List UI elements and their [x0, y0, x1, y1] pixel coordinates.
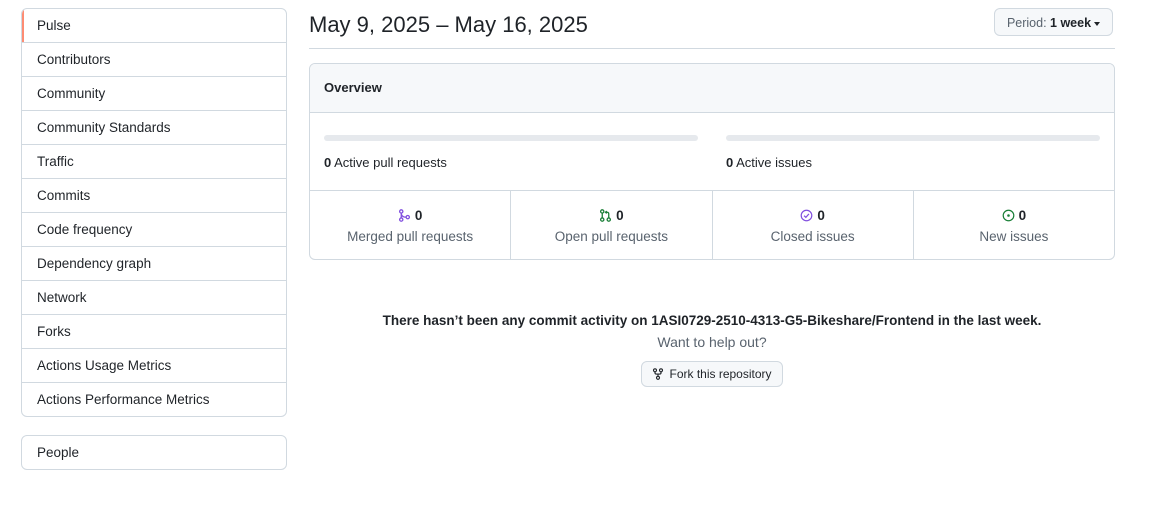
- sidebar-item-community[interactable]: Community: [22, 77, 286, 111]
- sidebar-item-forks[interactable]: Forks: [22, 315, 286, 349]
- issue-opened-icon: [1002, 209, 1014, 222]
- date-range-title: May 9, 2025 – May 16, 2025: [309, 12, 588, 37]
- issues-progress-bar: [726, 135, 1100, 141]
- insights-sidebar-menu: Pulse Contributors Community Community S…: [21, 8, 287, 417]
- git-merge-icon: [398, 209, 410, 222]
- closed-issues-stat[interactable]: 0 Closed issues: [713, 191, 914, 259]
- sidebar-item-community-standards[interactable]: Community Standards: [22, 111, 286, 145]
- active-issues-label: Active issues: [736, 155, 813, 170]
- merged-pull-requests-label: Merged pull requests: [347, 229, 474, 244]
- commit-activity-empty-state: There hasn’t been any commit activity on…: [309, 313, 1115, 387]
- active-pull-requests-summary: 0 Active pull requests: [324, 135, 698, 170]
- fork-repository-label: Fork this repository: [669, 367, 772, 381]
- stats-row: 0 Merged pull requests 0 Open pull reque…: [310, 190, 1114, 259]
- sidebar-item-pulse[interactable]: Pulse: [22, 9, 286, 43]
- merged-pull-requests-stat[interactable]: 0 Merged pull requests: [310, 191, 512, 259]
- activity-bars: 0 Active pull requests 0 Active issues: [310, 135, 1114, 189]
- merged-pull-requests-count: 0: [414, 208, 423, 223]
- active-pull-requests-label: Active pull requests: [334, 155, 447, 170]
- repo-forked-icon: [653, 368, 664, 380]
- closed-issues-label: Closed issues: [770, 229, 855, 244]
- sidebar-item-actions-performance-metrics[interactable]: Actions Performance Metrics: [22, 383, 286, 416]
- sidebar-item-network[interactable]: Network: [22, 281, 286, 315]
- new-issues-label: New issues: [979, 229, 1049, 244]
- period-value: 1 week: [1050, 16, 1092, 30]
- open-pull-requests-stat[interactable]: 0 Open pull requests: [511, 191, 713, 259]
- sidebar-item-traffic[interactable]: Traffic: [22, 145, 286, 179]
- active-issues-summary: 0 Active issues: [726, 135, 1100, 170]
- open-pull-requests-label: Open pull requests: [554, 229, 669, 244]
- pull-requests-progress-bar: [324, 135, 698, 141]
- issue-closed-icon: [800, 209, 813, 222]
- git-pull-request-icon: [600, 209, 612, 222]
- new-issues-count: 0: [1018, 208, 1027, 223]
- period-dropdown-button[interactable]: Period: 1 week: [994, 8, 1113, 36]
- empty-state-subtext: Want to help out?: [657, 334, 767, 350]
- active-pull-requests-link[interactable]: 0 Active pull requests: [324, 155, 698, 170]
- caret-down-icon: [1094, 21, 1101, 26]
- sidebar-item-dependency-graph[interactable]: Dependency graph: [22, 247, 286, 281]
- sidebar-item-commits[interactable]: Commits: [22, 179, 286, 213]
- open-pull-requests-count: 0: [616, 208, 624, 223]
- sidebar-item-people[interactable]: People: [22, 436, 286, 469]
- sidebar-item-contributors[interactable]: Contributors: [22, 43, 286, 77]
- people-menu: People: [21, 435, 287, 470]
- new-issues-stat[interactable]: 0 New issues: [914, 191, 1114, 259]
- empty-state-message: There hasn’t been any commit activity on…: [382, 313, 1042, 328]
- active-issues-link[interactable]: 0 Active issues: [726, 155, 1100, 170]
- active-pull-requests-count: 0: [324, 155, 332, 170]
- overview-title: Overview: [310, 64, 1114, 113]
- fork-repository-button[interactable]: Fork this repository: [641, 361, 783, 387]
- overview-box: Overview 0 Active pull requests 0 Active…: [309, 63, 1115, 260]
- active-issues-count: 0: [726, 155, 734, 170]
- sidebar-item-code-frequency[interactable]: Code frequency: [22, 213, 286, 247]
- sidebar-item-actions-usage-metrics[interactable]: Actions Usage Metrics: [22, 349, 286, 383]
- header-divider: [309, 48, 1115, 49]
- period-label: Period:: [1006, 16, 1047, 30]
- closed-issues-count: 0: [817, 208, 825, 223]
